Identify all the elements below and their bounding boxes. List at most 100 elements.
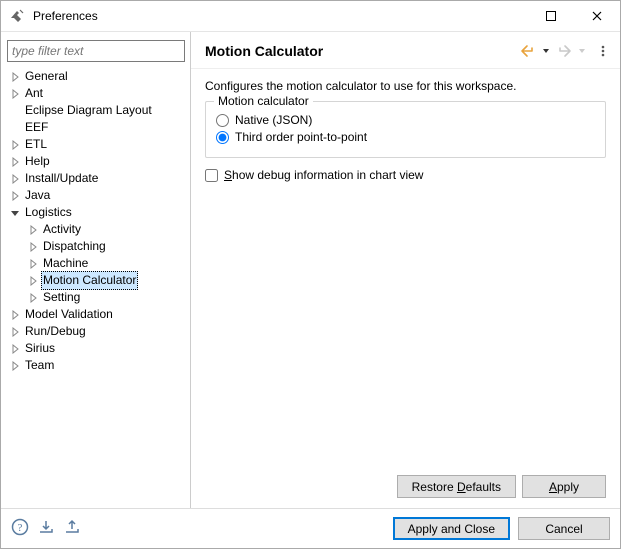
apply-button[interactable]: Apply [522, 475, 606, 498]
mnemonic: D [457, 480, 466, 494]
tree-item[interactable]: Machine [9, 255, 186, 272]
tree-item-label: EEF [23, 119, 50, 136]
expand-icon[interactable] [27, 224, 39, 236]
tree-item[interactable]: Run/Debug [9, 323, 186, 340]
arrow-left-icon [520, 44, 536, 58]
mnemonic: S [224, 168, 232, 182]
tree-item-label: Team [23, 357, 56, 374]
expand-icon[interactable] [9, 360, 21, 372]
tree-item[interactable]: Java [9, 187, 186, 204]
expand-icon[interactable] [27, 241, 39, 253]
expand-icon[interactable] [9, 173, 21, 185]
tree-item[interactable]: Dispatching [9, 238, 186, 255]
radio-third-order[interactable]: Third order point-to-point [216, 130, 595, 144]
tree-item-label: Help [23, 153, 52, 170]
dialog-footer: ? Apply and Close Cancel [1, 508, 620, 548]
tree-item-label: General [23, 68, 70, 85]
expand-icon[interactable] [9, 343, 21, 355]
status-icons: ? [11, 518, 81, 539]
tree-item-label: Logistics [23, 204, 74, 221]
tree-item[interactable]: Ant [9, 85, 186, 102]
page-menu[interactable] [596, 42, 610, 60]
sidebar: GeneralAntEclipse Diagram LayoutEEFETLHe… [1, 32, 191, 508]
preferences-window: Preferences GeneralAntEclipse Diagram La… [0, 0, 621, 549]
window-title: Preferences [33, 9, 98, 23]
filter-input[interactable] [7, 40, 185, 62]
kebab-icon [598, 44, 608, 58]
import-button[interactable] [37, 518, 55, 539]
tree-item[interactable]: Activity [9, 221, 186, 238]
tree-item-label: Dispatching [41, 238, 108, 255]
expand-icon[interactable] [9, 190, 21, 202]
tree-item[interactable]: Team [9, 357, 186, 374]
expand-icon[interactable] [9, 88, 21, 100]
motion-calculator-group: Motion calculator Native (JSON) Third or… [205, 101, 606, 158]
help-button[interactable]: ? [11, 518, 29, 539]
page-header: Motion Calculator [191, 32, 620, 68]
maximize-button[interactable] [528, 1, 574, 32]
expand-icon[interactable] [9, 156, 21, 168]
tree-item[interactable]: Logistics [9, 204, 186, 221]
show-debug-checkbox-input[interactable] [205, 169, 218, 182]
expand-icon[interactable] [9, 71, 21, 83]
close-button[interactable] [574, 1, 620, 32]
import-icon [37, 518, 55, 536]
export-icon [63, 518, 81, 536]
tree-item-label: Model Validation [23, 306, 115, 323]
nav-icons [518, 42, 610, 60]
expand-icon[interactable] [9, 139, 21, 151]
chevron-down-icon [542, 44, 550, 58]
collapse-icon[interactable] [9, 207, 21, 219]
export-button[interactable] [63, 518, 81, 539]
tree-item-label: Motion Calculator [41, 271, 138, 290]
tree-item-label: Activity [41, 221, 83, 238]
forward-button[interactable] [554, 42, 574, 60]
maximize-icon [546, 11, 556, 21]
tree-item-label: ETL [23, 136, 49, 153]
svg-text:?: ? [18, 522, 23, 534]
radio-third-order-label: Third order point-to-point [235, 130, 367, 144]
radio-third-order-input[interactable] [216, 131, 229, 144]
back-menu[interactable] [540, 42, 552, 60]
show-debug-checkbox[interactable]: Show debug information in chart view [205, 168, 606, 182]
expand-icon[interactable] [27, 258, 39, 270]
titlebar: Preferences [1, 1, 620, 32]
preferences-tree[interactable]: GeneralAntEclipse Diagram LayoutEEFETLHe… [5, 68, 186, 504]
cancel-button[interactable]: Cancel [518, 517, 610, 540]
tree-item[interactable]: ETL [9, 136, 186, 153]
close-icon [592, 11, 602, 21]
tree-item[interactable]: General [9, 68, 186, 85]
restore-defaults-button[interactable]: Restore Defaults [397, 475, 516, 498]
radio-native-input[interactable] [216, 114, 229, 127]
tree-item[interactable]: Install/Update [9, 170, 186, 187]
preference-page: Motion Calculator [191, 32, 620, 508]
expand-icon[interactable] [9, 309, 21, 321]
tree-item-label: Setting [41, 289, 82, 306]
tree-item[interactable]: Model Validation [9, 306, 186, 323]
mnemonic: A [549, 480, 557, 494]
tree-item[interactable]: Setting [9, 289, 186, 306]
expand-icon[interactable] [27, 292, 39, 304]
expand-icon[interactable] [9, 326, 21, 338]
tree-item[interactable]: Eclipse Diagram Layout [9, 102, 186, 119]
forward-menu[interactable] [576, 42, 588, 60]
panel-buttons: Restore Defaults Apply [191, 467, 620, 508]
radio-native-label: Native (JSON) [235, 113, 312, 127]
tree-item[interactable]: Help [9, 153, 186, 170]
app-icon [9, 8, 25, 24]
tree-item[interactable]: Motion Calculator [9, 272, 186, 289]
apply-and-close-button[interactable]: Apply and Close [393, 517, 510, 540]
tree-item[interactable]: Sirius [9, 340, 186, 357]
tree-item-label: Install/Update [23, 170, 100, 187]
page-description: Configures the motion calculator to use … [205, 79, 606, 93]
page-content: Configures the motion calculator to use … [191, 68, 620, 467]
show-debug-label: Show debug information in chart view [224, 168, 423, 182]
back-button[interactable] [518, 42, 538, 60]
expand-icon[interactable] [27, 275, 39, 287]
radio-native[interactable]: Native (JSON) [216, 113, 595, 127]
group-legend: Motion calculator [214, 94, 313, 108]
tree-item-label: Ant [23, 85, 45, 102]
chevron-down-icon [578, 44, 586, 58]
body: GeneralAntEclipse Diagram LayoutEEFETLHe… [1, 32, 620, 508]
tree-item[interactable]: EEF [9, 119, 186, 136]
